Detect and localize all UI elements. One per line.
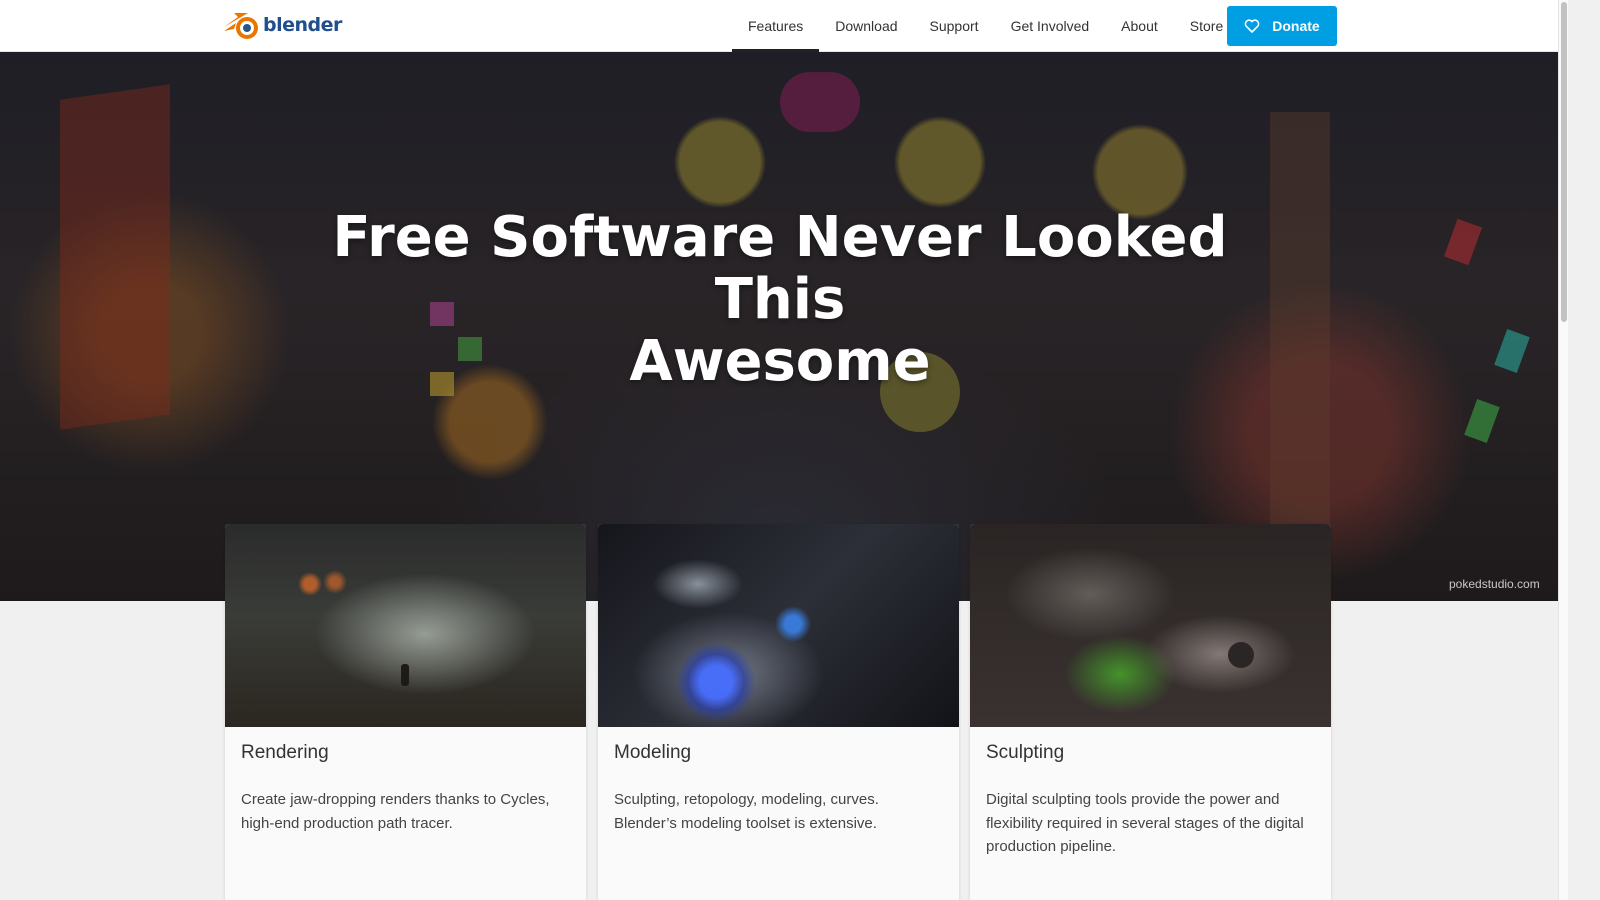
page-scrollbar[interactable] <box>1558 0 1568 900</box>
donate-label: Donate <box>1272 18 1320 34</box>
feature-card-modeling[interactable]: Modeling Sculpting, retopology, modeling… <box>598 524 959 900</box>
window-edge <box>1568 0 1600 900</box>
blender-logo-icon <box>224 13 258 39</box>
feature-card-sculpting[interactable]: Sculpting Digital sculpting tools provid… <box>970 524 1331 900</box>
nav-item-about[interactable]: About <box>1105 0 1174 52</box>
card-description: Digital sculpting tools provide the powe… <box>986 791 1304 855</box>
sculpt-eye <box>1228 642 1254 668</box>
blender-logo-text: blender <box>263 14 342 36</box>
nav-item-features[interactable]: Features <box>732 0 820 52</box>
hero-title-line-1: Free Software Never Looked This <box>332 205 1228 332</box>
card-description: Create jaw-dropping renders thanks to Cy… <box>241 791 550 832</box>
main-nav: Features Download Support Get Involved A… <box>732 0 1239 52</box>
card-description: Sculpting, retopology, modeling, curves.… <box>614 791 879 832</box>
card-title: Sculpting <box>986 742 1065 763</box>
modeling-card-image <box>598 524 959 727</box>
nav-item-get-involved[interactable]: Get Involved <box>995 0 1106 52</box>
sculpting-card-image <box>970 524 1331 727</box>
heart-icon <box>1244 19 1260 33</box>
render-figure <box>401 664 409 686</box>
rendering-card-image <box>225 524 586 727</box>
hero-banner: Free Software Never Looked This Awesome … <box>0 52 1558 601</box>
card-title: Rendering <box>241 742 329 763</box>
hero-image-credit[interactable]: pokedstudio.com <box>1449 577 1540 591</box>
nav-item-download[interactable]: Download <box>819 0 913 52</box>
top-navbar: blender Features Download Support Get In… <box>0 0 1558 52</box>
card-title: Modeling <box>614 742 692 763</box>
scrollbar-thumb[interactable] <box>1561 2 1567 322</box>
hero-title-line-2: Awesome <box>629 329 931 394</box>
hero-title: Free Software Never Looked This Awesome <box>280 207 1280 393</box>
donate-button[interactable]: Donate <box>1227 6 1337 46</box>
nav-item-support[interactable]: Support <box>914 0 995 52</box>
blender-logo[interactable]: blender <box>222 9 342 41</box>
feature-card-rendering[interactable]: Rendering Create jaw-dropping renders th… <box>225 524 586 900</box>
